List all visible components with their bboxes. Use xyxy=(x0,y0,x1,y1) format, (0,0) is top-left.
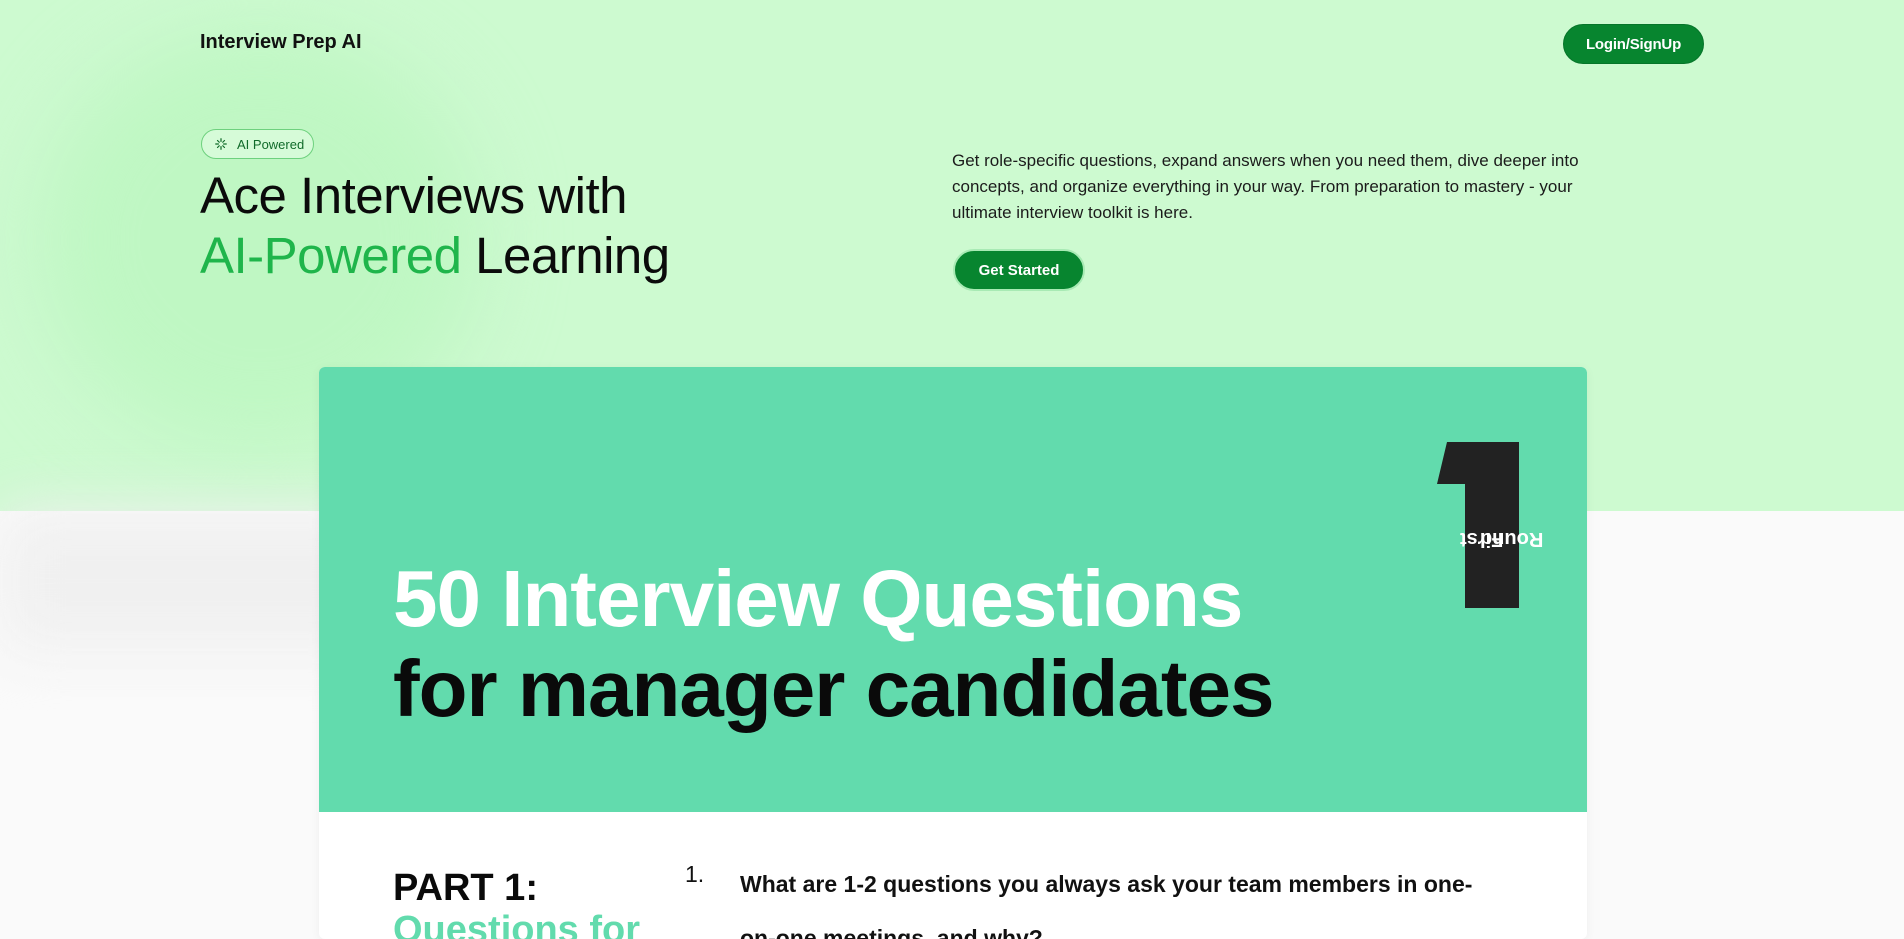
hero-preview-image: 50 Interview Questions for manager candi… xyxy=(319,367,1587,939)
preview-banner: 50 Interview Questions for manager candi… xyxy=(319,367,1587,812)
headline-line1: Ace Interviews with xyxy=(200,167,628,224)
part-label: PART 1: xyxy=(393,867,538,909)
preview-title-line1: 50 Interview Questions xyxy=(393,554,1243,643)
sparkle-icon xyxy=(215,138,227,150)
logo-text-line2: Round xyxy=(1480,528,1544,550)
part-subtitle: Questions for xyxy=(393,909,641,939)
ai-powered-badge: AI Powered xyxy=(201,129,314,159)
brand-logo-text[interactable]: Interview Prep AI xyxy=(200,31,362,54)
hero-headline: Ace Interviews with AI-Powered Learning xyxy=(200,166,900,286)
logo-text: First Round xyxy=(1460,475,1543,603)
badge-label: AI Powered xyxy=(237,136,305,152)
headline-accent: AI-Powered xyxy=(200,227,462,284)
get-started-button[interactable]: Get Started xyxy=(953,249,1085,291)
question-text: What are 1-2 questions you always ask yo… xyxy=(740,871,1473,939)
preview-title-line2: for manager candidates xyxy=(393,644,1274,733)
hero-description: Get role-specific questions, expand answ… xyxy=(952,151,1579,222)
login-signup-button[interactable]: Login/SignUp xyxy=(1563,24,1704,64)
headline-tail: Learning xyxy=(475,227,670,284)
question-number: 1. xyxy=(685,861,705,887)
